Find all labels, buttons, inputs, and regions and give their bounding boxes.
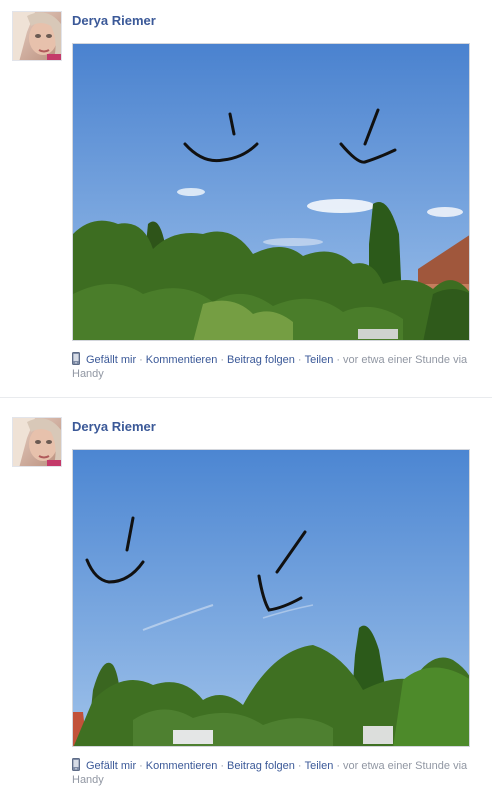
profile-picture-icon	[13, 12, 61, 60]
post-photo[interactable]	[72, 449, 470, 747]
separator: ·	[220, 354, 225, 366]
separator: ·	[297, 354, 302, 366]
post-actions-bar: Gefällt mir · Kommentieren · Beitrag folgen ·…	[72, 352, 472, 381]
comment-link[interactable]: Kommentieren	[146, 354, 218, 366]
author-name[interactable]: Derya Riemer	[72, 419, 156, 434]
avatar[interactable]	[12, 417, 62, 467]
via-source: Handy	[72, 774, 104, 786]
comment-link[interactable]: Kommentieren	[146, 760, 218, 772]
author-name[interactable]: Derya Riemer	[72, 13, 156, 28]
post-actions-bar: Gefällt mir · Kommentieren · Beitrag folgen ·…	[72, 758, 472, 787]
follow-post-link[interactable]: Beitrag folgen	[227, 354, 295, 366]
separator: ·	[220, 760, 225, 772]
share-link[interactable]: Teilen	[305, 760, 334, 772]
separator: ·	[139, 760, 143, 772]
separator: ·	[336, 760, 340, 772]
separator: ·	[297, 760, 302, 772]
separator: ·	[139, 354, 143, 366]
separator: ·	[336, 354, 340, 366]
follow-post-link[interactable]: Beitrag folgen	[227, 760, 295, 772]
timestamp[interactable]: vor etwa einer Stunde via	[343, 760, 467, 772]
mobile-phone-icon	[72, 758, 80, 771]
via-source: Handy	[72, 368, 104, 380]
avatar[interactable]	[12, 11, 62, 61]
post-photo[interactable]	[72, 43, 470, 341]
mobile-phone-icon	[72, 352, 80, 365]
share-link[interactable]: Teilen	[305, 354, 334, 366]
profile-picture-icon	[13, 418, 61, 466]
like-link[interactable]: Gefällt mir	[86, 760, 136, 772]
like-link[interactable]: Gefällt mir	[86, 354, 136, 366]
post-divider	[0, 397, 492, 398]
timestamp[interactable]: vor etwa einer Stunde via	[343, 354, 467, 366]
